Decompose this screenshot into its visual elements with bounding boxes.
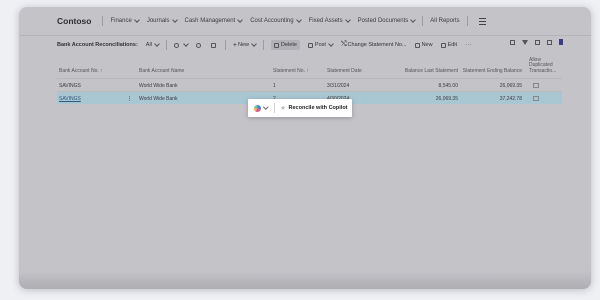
bookmark-icon[interactable] bbox=[559, 39, 563, 45]
chevron-down-icon bbox=[251, 41, 257, 47]
nav-label: Cost Accounting bbox=[250, 18, 294, 24]
column-header-allow-duplicated[interactable]: Allow Duplicated Transactio... bbox=[529, 57, 559, 75]
nav-label: Fixed Assets bbox=[308, 18, 343, 24]
allow-duplicated-checkbox[interactable] bbox=[533, 82, 539, 88]
document-icon bbox=[414, 42, 420, 48]
view-label: All bbox=[145, 42, 152, 48]
cell-bank-account-no[interactable]: SAVINGS bbox=[59, 83, 81, 89]
column-header-statement-ending-balance[interactable]: Statement Ending Balance bbox=[463, 68, 522, 74]
chevron-down-icon bbox=[133, 17, 140, 23]
share-icon bbox=[210, 42, 216, 48]
arrows-icon: ⤭ bbox=[340, 41, 347, 48]
chevron-down-icon bbox=[410, 17, 417, 23]
app-window: Contoso Finance Journals Cash Management… bbox=[19, 7, 591, 289]
chevron-down-icon bbox=[237, 17, 244, 23]
cell-statement-no: 1 bbox=[273, 82, 276, 89]
cell-statement-ending-balance: 37,242.78 bbox=[499, 95, 522, 102]
search-icon bbox=[195, 42, 201, 48]
column-header-bank-account-name[interactable]: Bank Account Name bbox=[139, 68, 184, 74]
page-title: Bank Account Reconciliations: bbox=[57, 42, 138, 48]
nav-item-all-reports[interactable]: All Reports bbox=[430, 18, 459, 24]
post-icon bbox=[307, 42, 313, 48]
chevron-down-icon bbox=[344, 17, 351, 23]
copilot-popup: ✧ Reconcile with Copilot bbox=[248, 99, 352, 117]
chevron-down-icon bbox=[154, 41, 160, 47]
menu-icon[interactable] bbox=[478, 17, 486, 25]
chevron-down-icon bbox=[171, 17, 178, 23]
cell-bank-account-name: World Wide Bank bbox=[139, 95, 178, 102]
nav-item-fixed-assets[interactable]: Fixed Assets bbox=[308, 17, 351, 24]
new-button[interactable]: + New bbox=[232, 41, 257, 49]
plus-icon: + bbox=[232, 41, 237, 49]
delete-label: Delete bbox=[281, 42, 297, 48]
copilot-icon[interactable] bbox=[254, 104, 261, 112]
more-options-icon[interactable]: ··· bbox=[465, 42, 472, 48]
change-statement-label: Change Statement No... bbox=[347, 42, 407, 48]
nav-label: Finance bbox=[110, 18, 132, 24]
cell-statement-ending-balance: 26,069.35 bbox=[499, 82, 522, 89]
new-label: New bbox=[238, 42, 250, 48]
table-header: Bank Account No. ↑ Bank Account Name Sta… bbox=[57, 54, 562, 78]
table-row[interactable]: SAVINGS World Wide Bank 1 3/31/2024 8,54… bbox=[57, 78, 562, 91]
separator bbox=[422, 16, 424, 26]
edit-icon bbox=[440, 42, 446, 48]
new-document-button[interactable]: New bbox=[414, 42, 433, 48]
toolbar-right bbox=[510, 39, 563, 45]
chevron-down-icon[interactable] bbox=[263, 104, 269, 110]
expand-icon[interactable] bbox=[547, 39, 552, 45]
post-label: Post bbox=[314, 42, 326, 48]
chevron-down-icon bbox=[295, 17, 302, 23]
post-button[interactable]: Post bbox=[307, 41, 334, 48]
trash-icon bbox=[274, 42, 280, 48]
share-icon[interactable] bbox=[510, 39, 515, 45]
cell-balance-last-statement: 26,069.35 bbox=[435, 95, 458, 102]
sparkle-icon: ✧ bbox=[280, 105, 286, 112]
nav-label: Journals bbox=[146, 18, 170, 24]
separator bbox=[263, 40, 265, 50]
separator bbox=[102, 16, 104, 26]
cell-statement-date: 3/31/2024 bbox=[327, 82, 350, 89]
nav-item-cash-management[interactable]: Cash Management bbox=[184, 17, 244, 24]
view-selector[interactable]: All bbox=[145, 41, 160, 48]
nav-item-cost-accounting[interactable]: Cost Accounting bbox=[250, 17, 302, 24]
nav-item-journals[interactable]: Journals bbox=[146, 17, 178, 24]
separator bbox=[165, 40, 167, 50]
share-button[interactable] bbox=[210, 42, 218, 48]
column-header-balance-last-statement[interactable]: Balance Last Statement bbox=[405, 68, 458, 74]
cell-balance-last-statement: 8,545.00 bbox=[438, 82, 458, 89]
row-actions-icon[interactable]: ⋮ bbox=[127, 96, 132, 102]
nav-label: Posted Documents bbox=[357, 18, 409, 24]
nav-item-finance[interactable]: Finance bbox=[110, 17, 140, 24]
chevron-down-icon bbox=[328, 41, 334, 47]
new-document-label: New bbox=[421, 42, 433, 48]
top-navigation: Contoso Finance Journals Cash Management… bbox=[19, 7, 591, 35]
change-statement-button[interactable]: ⤭ Change Statement No... bbox=[341, 41, 407, 49]
chevron-down-icon bbox=[183, 41, 189, 47]
column-header-statement-no[interactable]: Statement No. ↑ bbox=[273, 68, 309, 74]
nav-item-posted-documents[interactable]: Posted Documents bbox=[357, 17, 417, 24]
cell-bank-account-no[interactable]: SAVINGS bbox=[59, 96, 81, 102]
list-view-icon[interactable] bbox=[535, 39, 540, 45]
separator bbox=[466, 16, 468, 26]
filter-pane-button[interactable] bbox=[173, 41, 189, 48]
separator bbox=[224, 40, 226, 50]
action-bar: Bank Account Reconciliations: All + New D… bbox=[19, 35, 591, 54]
edit-button[interactable]: Edit bbox=[440, 42, 458, 48]
column-header-bank-account-no[interactable]: Bank Account No. ↑ bbox=[59, 68, 103, 74]
edit-label: Edit bbox=[447, 42, 458, 48]
nav-label: Cash Management bbox=[184, 18, 236, 24]
filter-icon bbox=[173, 42, 179, 48]
separator bbox=[273, 103, 275, 113]
allow-duplicated-checkbox[interactable] bbox=[533, 95, 539, 101]
search-button[interactable] bbox=[195, 42, 203, 48]
delete-button[interactable]: Delete bbox=[271, 40, 300, 50]
column-header-statement-date[interactable]: Statement Date bbox=[327, 68, 362, 74]
reconciliations-table: Bank Account No. ↑ Bank Account Name Sta… bbox=[57, 54, 562, 104]
reconcile-with-copilot-button[interactable]: Reconcile with Copilot bbox=[289, 105, 348, 111]
filter-icon[interactable] bbox=[522, 39, 528, 45]
cell-bank-account-name: World Wide Bank bbox=[139, 82, 178, 89]
company-name: Contoso bbox=[57, 16, 92, 26]
